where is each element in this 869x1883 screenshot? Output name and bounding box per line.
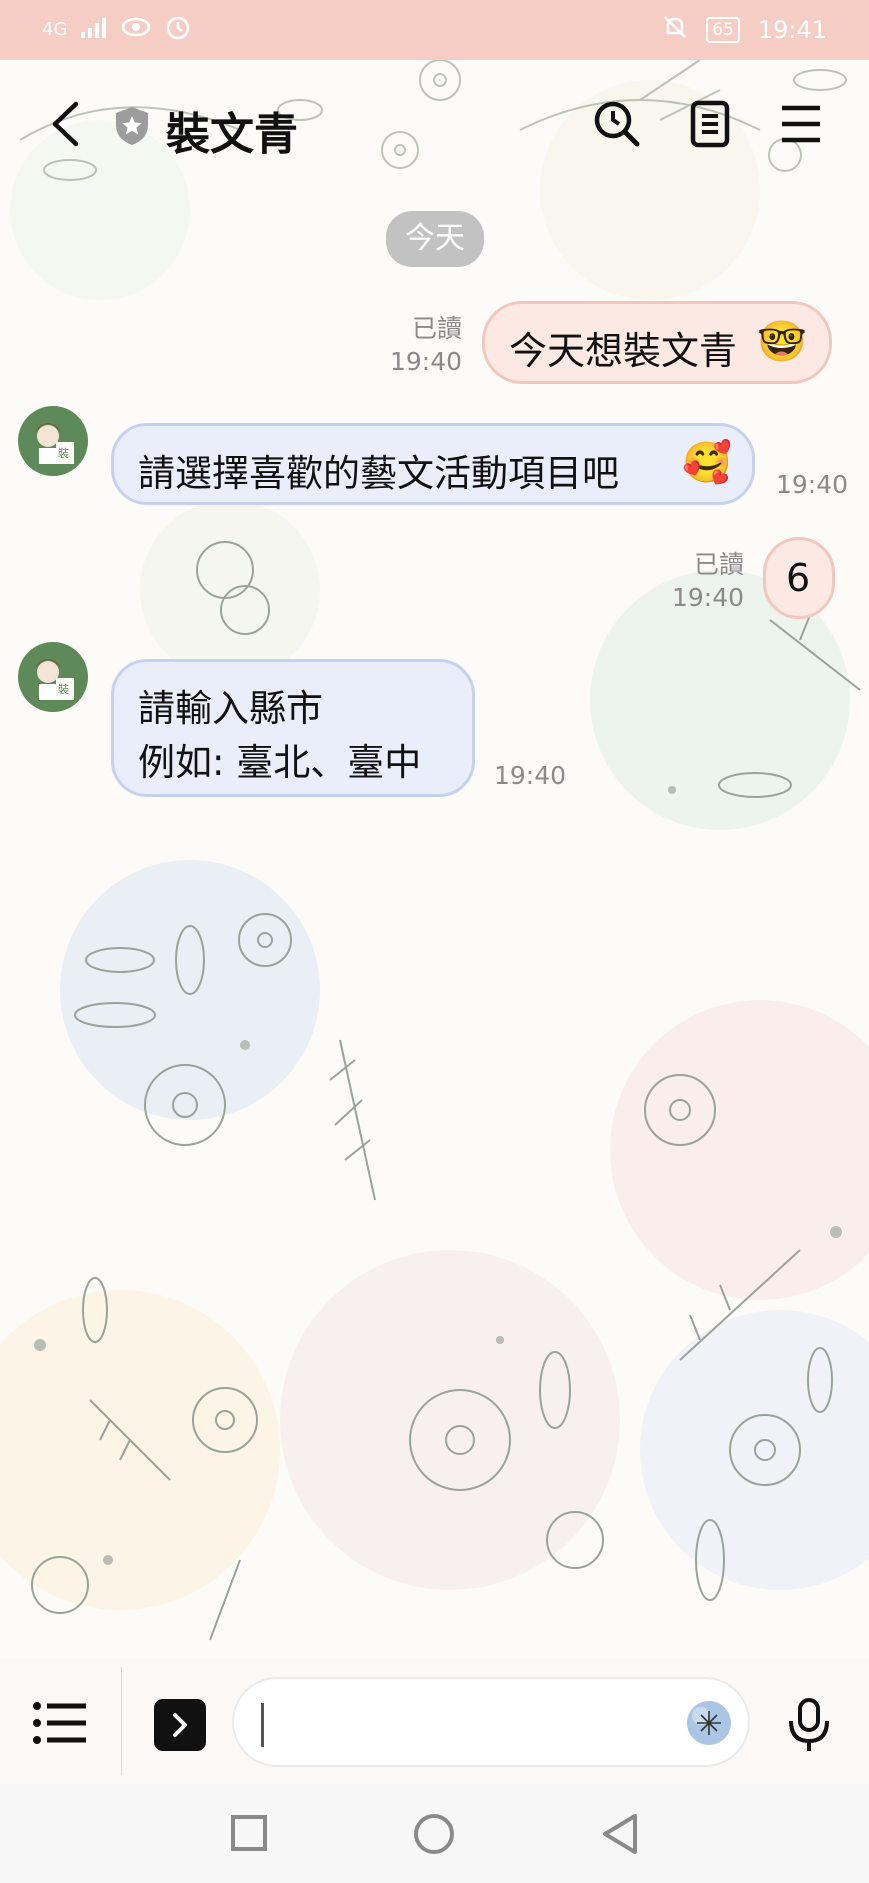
incoming-message-bubble[interactable]: 請輸入縣市 例如: 臺北、臺中 xyxy=(111,659,475,797)
menu-icon[interactable] xyxy=(776,96,826,152)
message-text: 今天想裝文青 xyxy=(509,329,738,373)
input-bar xyxy=(0,1657,869,1784)
expand-chevron-icon[interactable] xyxy=(154,1699,206,1751)
system-nav-bar xyxy=(0,1784,869,1883)
network-indicator: 4G xyxy=(42,19,68,40)
message-text-line: 請輸入縣市 xyxy=(138,687,323,730)
message-text-line: 例如: 臺北、臺中 xyxy=(138,741,422,784)
avatar[interactable]: 裝 xyxy=(18,406,88,476)
sticker-icon[interactable] xyxy=(682,1697,736,1749)
svg-text:裝: 裝 xyxy=(58,683,69,696)
read-receipt: 已讀 19:40 xyxy=(380,312,462,378)
message-time: 19:40 xyxy=(389,347,462,376)
home-icon[interactable] xyxy=(410,1810,458,1858)
outgoing-message-bubble[interactable]: 6 xyxy=(763,537,835,619)
message-emoji: 🥰 xyxy=(682,440,732,486)
read-receipt: 已讀 19:40 xyxy=(662,548,744,614)
message-time: 19:40 xyxy=(494,761,567,790)
notes-icon[interactable] xyxy=(686,96,734,152)
signal-icon xyxy=(81,16,107,43)
chat-title: 裝文青 xyxy=(166,109,298,160)
avatar[interactable]: 裝 xyxy=(18,642,88,712)
microphone-icon[interactable] xyxy=(782,1695,836,1755)
mute-bell-icon xyxy=(662,14,688,46)
read-label: 已讀 xyxy=(411,314,462,343)
search-clock-icon[interactable] xyxy=(592,96,642,152)
svg-text:裝: 裝 xyxy=(58,447,69,460)
back-arrow-icon[interactable] xyxy=(40,96,90,152)
list-menu-icon[interactable] xyxy=(30,1699,90,1747)
message-time: 19:40 xyxy=(671,583,744,612)
incoming-message-bubble[interactable]: 請選擇喜歡的藝文活動項目吧 🥰 xyxy=(111,423,755,505)
read-label: 已讀 xyxy=(693,550,744,579)
chat-header: 裝文青 xyxy=(0,60,869,190)
message-text: 6 xyxy=(786,556,811,600)
message-emoji: 🤓 xyxy=(757,319,807,365)
battery-indicator: 65 xyxy=(706,17,740,43)
status-bar: 4G 65 19:41 xyxy=(0,0,869,60)
clock-time: 19:41 xyxy=(757,16,827,44)
floral-background xyxy=(0,59,869,1641)
back-triangle-icon[interactable] xyxy=(596,1810,642,1858)
recent-apps-icon[interactable] xyxy=(226,1810,272,1856)
outgoing-message-bubble[interactable]: 今天想裝文青 🤓 xyxy=(482,301,832,384)
message-input[interactable] xyxy=(232,1677,750,1767)
shield-star-icon xyxy=(112,102,152,150)
date-chip: 今天 xyxy=(386,211,484,267)
text-caret xyxy=(261,1703,264,1747)
eye-icon xyxy=(121,16,151,43)
message-text: 請選擇喜歡的藝文活動項目吧 xyxy=(138,452,619,495)
message-time: 19:40 xyxy=(776,470,849,499)
divider xyxy=(121,1667,122,1775)
alarm-icon xyxy=(165,14,191,45)
